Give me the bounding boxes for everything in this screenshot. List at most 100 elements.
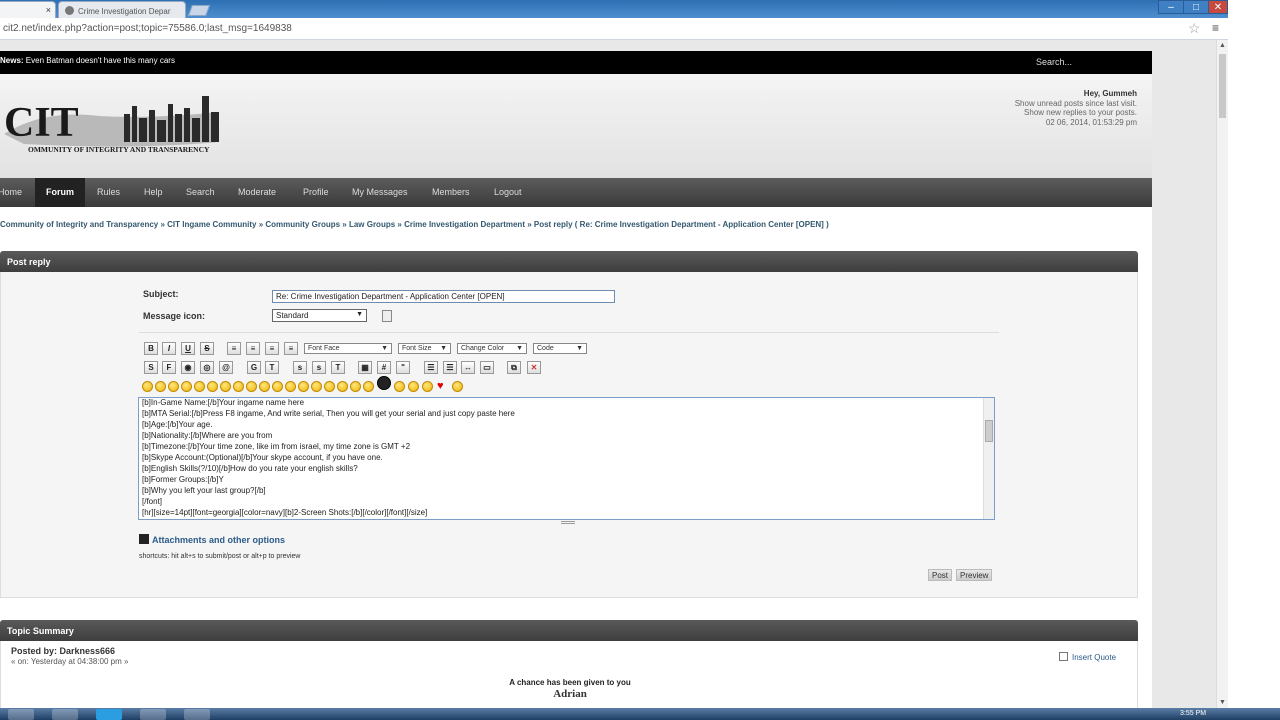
search-input[interactable]: Search...: [1036, 57, 1072, 67]
preview-button[interactable]: Preview: [956, 569, 993, 581]
align-left-icon[interactable]: ≡: [227, 342, 241, 355]
expand-icon[interactable]: [139, 534, 149, 544]
superscript-icon[interactable]: s: [293, 361, 307, 374]
remove-format-icon[interactable]: ▭: [480, 361, 494, 374]
message-textarea[interactable]: [b]In-Game Name:[/b]Your ingame name her…: [138, 397, 995, 520]
align-center-icon[interactable]: ≡: [246, 342, 260, 355]
code-select[interactable]: Code ▼: [533, 343, 587, 354]
browser-menu-icon[interactable]: ≡: [1212, 21, 1219, 35]
nav-moderate[interactable]: Moderate: [238, 178, 276, 207]
nav-home[interactable]: Home: [0, 178, 22, 207]
nav-members[interactable]: Members: [432, 178, 470, 207]
subscript-icon[interactable]: s: [312, 361, 326, 374]
message-icon-select[interactable]: Standard ▼: [272, 309, 367, 322]
taskbar-app-icon[interactable]: [184, 709, 210, 720]
glow-icon[interactable]: G: [247, 361, 261, 374]
nav-logout[interactable]: Logout: [494, 178, 522, 207]
post-button[interactable]: Post: [928, 569, 953, 581]
smiley-icon[interactable]: [422, 381, 433, 392]
smiley-icon[interactable]: [220, 381, 231, 392]
tab-close-icon[interactable]: ×: [46, 5, 51, 15]
bullet-list-icon[interactable]: ☰: [424, 361, 438, 374]
smiley-icon[interactable]: [285, 381, 296, 392]
nav-forum[interactable]: Forum: [35, 178, 85, 207]
breadcrumb[interactable]: Community of Integrity and Transparency …: [0, 220, 829, 229]
cit-logo[interactable]: CIT OMMUNITY OF INTEGRITY AND TRANSPAREN…: [4, 94, 224, 156]
font-size-select[interactable]: Font Size ▼: [398, 343, 451, 354]
change-color-select[interactable]: Change Color ▼: [457, 343, 527, 354]
smiley-icon[interactable]: [298, 381, 309, 392]
smiley-icon[interactable]: [155, 381, 166, 392]
smiley-icon[interactable]: [337, 381, 348, 392]
smiley-icon[interactable]: [363, 381, 374, 392]
start-button[interactable]: [8, 709, 34, 720]
heart-icon[interactable]: ♥: [437, 381, 448, 392]
teletype-icon[interactable]: T: [331, 361, 345, 374]
page-scrollbar[interactable]: ▲ ▼: [1216, 40, 1228, 708]
address-bar[interactable]: cit2.net/index.php?action=post;topic=755…: [0, 18, 1228, 40]
shadow-icon[interactable]: T: [265, 361, 279, 374]
nav-profile[interactable]: Profile: [303, 178, 329, 207]
subject-input[interactable]: Re: Crime Investigation Department - App…: [272, 290, 615, 303]
code-icon[interactable]: #: [377, 361, 391, 374]
bold-button[interactable]: B: [144, 342, 158, 355]
smiley-icon[interactable]: [259, 381, 270, 392]
taskbar-app-icon[interactable]: [52, 709, 78, 720]
taskbar-app-icon[interactable]: [140, 709, 166, 720]
smiley-icon[interactable]: [350, 381, 361, 392]
browser-tab-active[interactable]: Crime Investigation Depar: [58, 1, 186, 18]
smiley-icon[interactable]: [394, 381, 405, 392]
nav-my-messages[interactable]: My Messages: [352, 178, 408, 207]
scroll-up-icon[interactable]: ▲: [1219, 42, 1226, 49]
smiley-icon[interactable]: [311, 381, 322, 392]
nav-rules[interactable]: Rules: [97, 178, 120, 207]
editor-scrollbar[interactable]: [983, 398, 994, 519]
smiley-icon[interactable]: [142, 381, 153, 392]
close-window-button[interactable]: ✕: [1208, 0, 1228, 14]
italic-button[interactable]: I: [162, 342, 176, 355]
smiley-icon[interactable]: [246, 381, 257, 392]
new-tab-button[interactable]: [187, 5, 211, 16]
unread-link[interactable]: Show unread posts since last visit.: [1015, 99, 1137, 109]
unformat-icon[interactable]: ✕: [527, 361, 541, 374]
attachments-link[interactable]: Attachments and other options: [152, 535, 285, 545]
url-text[interactable]: cit2.net/index.php?action=post;topic=755…: [3, 23, 292, 34]
editor-scroll-thumb[interactable]: [985, 420, 993, 442]
smiley-icon[interactable]: [408, 381, 419, 392]
link-icon[interactable]: ◎: [200, 361, 214, 374]
quote-icon[interactable]: ": [396, 361, 410, 374]
strike-button[interactable]: S: [200, 342, 214, 355]
ninja-smiley-icon[interactable]: [377, 376, 391, 390]
smiley-icon[interactable]: [452, 381, 463, 392]
browser-tab[interactable]: ×: [0, 1, 56, 18]
toggle-view-icon[interactable]: ⧉: [507, 361, 521, 374]
maximize-button[interactable]: □: [1183, 0, 1209, 14]
skype-icon[interactable]: [96, 709, 122, 720]
flash-icon[interactable]: F: [162, 361, 176, 374]
minimize-button[interactable]: –: [1158, 0, 1184, 14]
smiley-icon[interactable]: [181, 381, 192, 392]
numbered-list-icon[interactable]: ☰: [443, 361, 457, 374]
font-face-select[interactable]: Font Face ▼: [304, 343, 392, 354]
bookmark-star-icon[interactable]: ☆: [1188, 20, 1201, 37]
page-scroll-thumb[interactable]: [1219, 54, 1226, 118]
spell-check-icon[interactable]: S: [144, 361, 158, 374]
scroll-down-icon[interactable]: ▼: [1219, 699, 1226, 706]
smiley-icon[interactable]: [168, 381, 179, 392]
editor-resize-handle[interactable]: [561, 521, 575, 524]
smiley-icon[interactable]: [272, 381, 283, 392]
align-right-icon[interactable]: ≡: [265, 342, 279, 355]
smiley-icon[interactable]: [194, 381, 205, 392]
justify-icon[interactable]: ≡: [284, 342, 298, 355]
insert-quote-link[interactable]: Insert Quote: [1059, 652, 1116, 662]
smiley-icon[interactable]: [324, 381, 335, 392]
email-icon[interactable]: @: [219, 361, 233, 374]
smiley-icon[interactable]: [233, 381, 244, 392]
replies-link[interactable]: Show new replies to your posts.: [1015, 108, 1137, 118]
smiley-icon[interactable]: [207, 381, 218, 392]
underline-button[interactable]: U: [181, 342, 195, 355]
nav-search[interactable]: Search: [186, 178, 215, 207]
image-icon[interactable]: ◉: [181, 361, 195, 374]
horizontal-rule-icon[interactable]: ↔: [461, 361, 475, 374]
nav-help[interactable]: Help: [144, 178, 163, 207]
